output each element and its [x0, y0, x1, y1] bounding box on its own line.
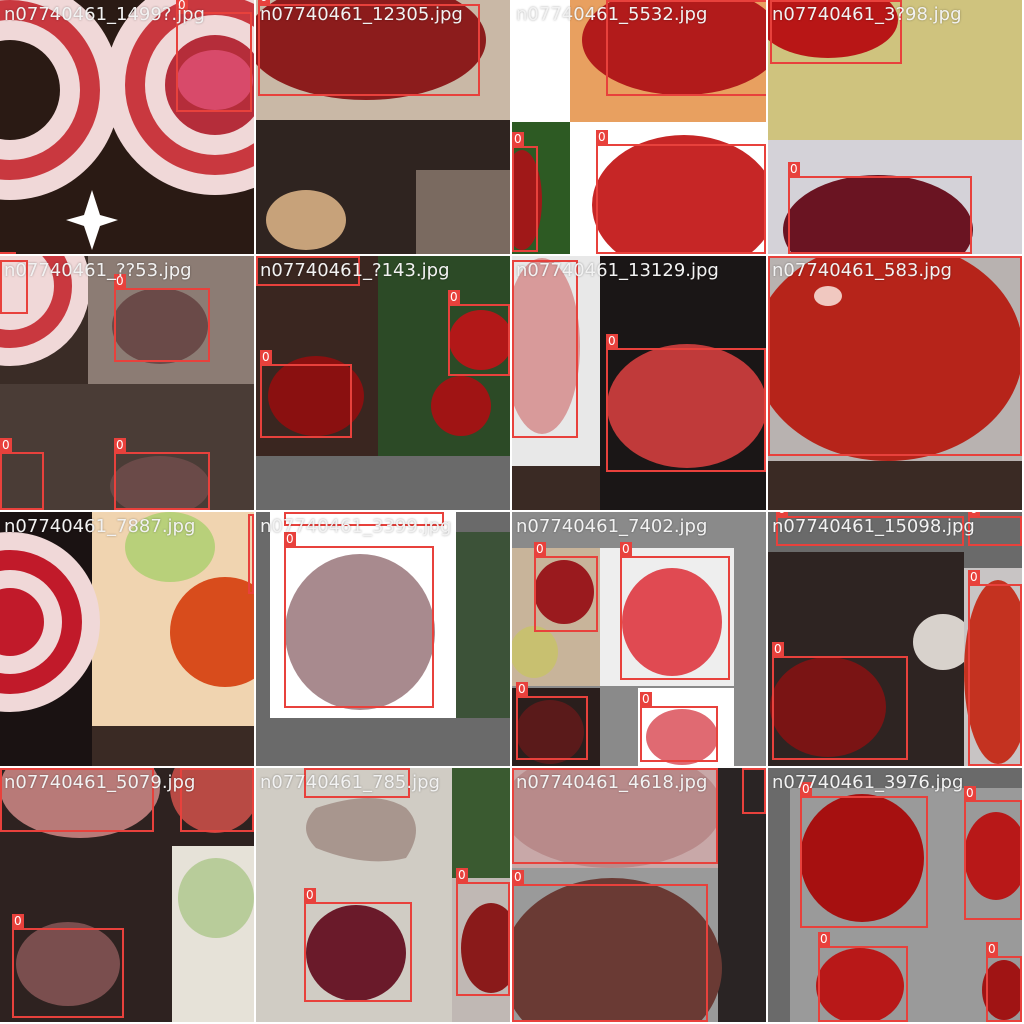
tile-6: n07740461_13129.jpg 0 [512, 256, 766, 510]
box-class-label: 0 [114, 438, 126, 452]
bounding-box: 0 [0, 438, 44, 510]
bounding-box: 0 [304, 888, 412, 1002]
bounding-box: 0 [114, 438, 210, 510]
bounding-box: 0 [772, 642, 908, 760]
tile-9: n07740461_3399.jpg 0 0 [256, 512, 510, 766]
tile-13-title: n07740461_785.jpg [260, 772, 440, 793]
box-class-label: 0 [0, 438, 12, 452]
tile-15: n07740461_3976.jpg 0 0 0 0 [768, 768, 1022, 1022]
box-class-label: 0 [772, 642, 784, 656]
tile-0: n07740461_1499?.jpg 0 [0, 0, 254, 254]
bounding-box: 0 [534, 542, 598, 632]
bounding-box: 0 [260, 350, 352, 438]
tile-3: n07740461_3?98.jpg 0 0 [768, 0, 1022, 254]
bounding-box: 0 [742, 768, 766, 814]
box-class-label: 0 [606, 334, 618, 348]
box-class-label: 0 [964, 786, 976, 800]
tile-10-title: n07740461_7402.jpg [516, 516, 708, 537]
box-class-label: 0 [640, 692, 652, 706]
tile-7: n07740461_583.jpg [768, 256, 1022, 510]
box-class-label: 0 [304, 888, 316, 902]
bounding-box: 0 [456, 868, 510, 996]
bounding-box: 0 [606, 334, 766, 472]
bounding-box [248, 514, 254, 594]
bounding-box: 0 [818, 932, 908, 1022]
tile-4: n07740461_??53.jpg 0 0 0 [0, 256, 254, 510]
tile-1: n07740461_12305.jpg 0 [256, 0, 510, 254]
bounding-box: 0 [800, 782, 928, 928]
tile-4-title: n07740461_??53.jpg [4, 260, 192, 281]
tile-2: n07740461_5532.jpg 0 0 [512, 0, 766, 254]
tile-5-title: n07740461_?143.jpg [260, 260, 450, 281]
tile-13: n07740461_785.jpg 0 0 0 [256, 768, 510, 1022]
tile-8-image [0, 512, 254, 766]
tile-1-title: n07740461_12305.jpg [260, 4, 463, 25]
bounding-box [0, 252, 16, 254]
box-class-label: 0 [986, 942, 998, 956]
bounding-box [768, 256, 1022, 456]
box-class-label: 0 [534, 542, 546, 556]
box-class-label: 0 [448, 290, 460, 304]
tile-0-title: n07740461_1499?.jpg [4, 4, 205, 25]
box-class-label: 0 [512, 870, 524, 884]
bounding-box: 0 [512, 132, 538, 252]
box-class-label: 0 [788, 162, 800, 176]
bounding-box: 0 [968, 512, 1022, 546]
bounding-box: 0 [620, 542, 730, 680]
bounding-box: 0 [448, 290, 510, 376]
box-class-label: 0 [456, 868, 468, 882]
box-class-label: 0 [512, 132, 524, 146]
tile-7-title: n07740461_583.jpg [772, 260, 952, 281]
tile-10: n07740461_7402.jpg 0 0 0 0 [512, 512, 766, 766]
tile-11-title: n07740461_15098.jpg [772, 516, 975, 537]
bounding-box: 0 [788, 162, 972, 254]
box-class-label: 0 [968, 570, 980, 584]
box-class-label: 0 [596, 130, 608, 144]
tile-8: n07740461_7887.jpg [0, 512, 254, 766]
bounding-box: 0 [968, 570, 1022, 766]
box-class-label: 0 [260, 350, 272, 364]
tile-3-title: n07740461_3?98.jpg [772, 4, 962, 25]
box-class-label: 0 [818, 932, 830, 946]
bounding-box: 0 [986, 942, 1022, 1022]
tile-6-title: n07740461_13129.jpg [516, 260, 719, 281]
bounding-box: 0 [284, 532, 434, 708]
tile-12-title: n07740461_5079.jpg [4, 772, 196, 793]
bounding-box: 0 [114, 274, 210, 362]
bounding-box: 0 [176, 0, 252, 112]
bounding-box: 0 [12, 914, 124, 1018]
tile-12: n07740461_5079.jpg 0 0 0 [0, 768, 254, 1022]
tile-9-title: n07740461_3399.jpg [260, 516, 452, 537]
tile-5: n07740461_?143.jpg 0 0 [256, 256, 510, 510]
mosaic-grid: n07740461_1499?.jpg 0 n07740461_12305.jp… [0, 0, 1024, 1024]
bounding-box: 0 [512, 870, 708, 1022]
bounding-box: 0 [640, 692, 718, 762]
tile-14-title: n07740461_4618.jpg [516, 772, 708, 793]
bounding-box [512, 260, 578, 438]
tile-2-title: n07740461_5532.jpg [516, 4, 708, 25]
box-class-label: 0 [620, 542, 632, 556]
box-class-label: 0 [12, 914, 24, 928]
bounding-box: 0 [964, 786, 1022, 920]
tile-15-title: n07740461_3976.jpg [772, 772, 964, 793]
tile-11: n07740461_15098.jpg 0 0 0 0 [768, 512, 1022, 766]
bounding-box: 0 [596, 130, 766, 254]
bounding-box: 0 [516, 682, 588, 760]
tile-8-title: n07740461_7887.jpg [4, 516, 196, 537]
tile-14: n07740461_4618.jpg 0 0 [512, 768, 766, 1022]
box-class-label: 0 [516, 682, 528, 696]
